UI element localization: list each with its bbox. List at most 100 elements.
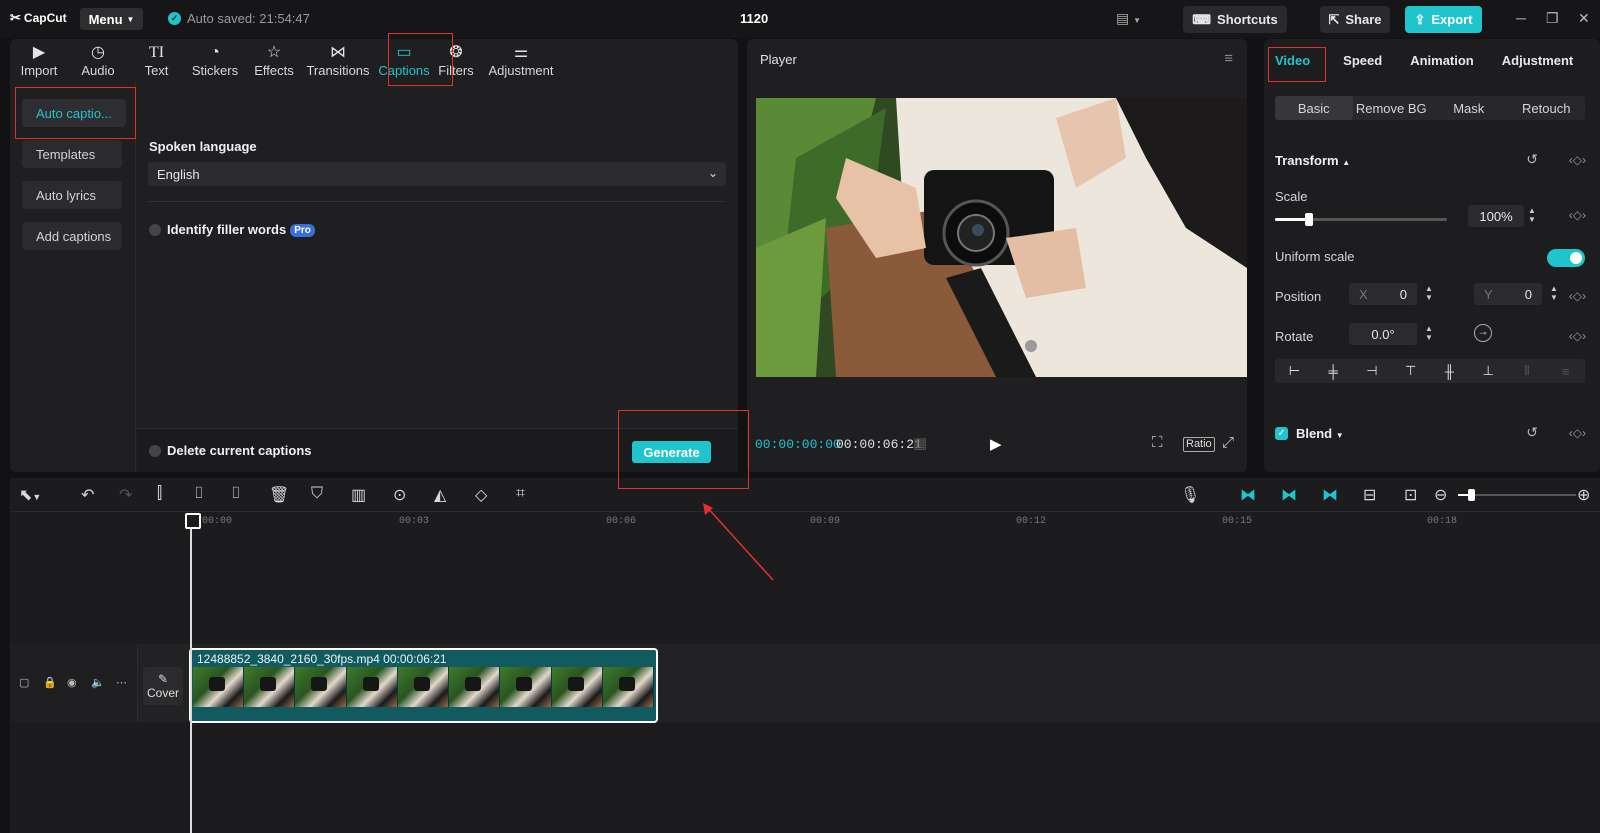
- zoom-slider[interactable]: [1458, 489, 1576, 501]
- tool-audio[interactable]: ◷ Audio: [68, 39, 128, 83]
- crop-icon[interactable]: ⌗: [516, 485, 525, 503]
- main-track-magnet-icon[interactable]: ⧓: [1240, 485, 1256, 505]
- language-select[interactable]: English ⌄: [148, 162, 726, 186]
- fullscreen-preview-icon[interactable]: ⛶: [1152, 434, 1163, 451]
- export-button[interactable]: ⇪ Export: [1405, 6, 1482, 33]
- split-right-icon[interactable]: ⌷: [231, 485, 241, 503]
- annotation-box-generate: [618, 410, 749, 489]
- tool-import[interactable]: ▶ Import: [10, 39, 68, 83]
- share-button[interactable]: ⇱ Share: [1320, 6, 1390, 33]
- reset-icon[interactable]: ↺: [1526, 151, 1538, 168]
- rotate-dial-icon[interactable]: ⊸: [1474, 324, 1492, 342]
- menu-icon[interactable]: ≡: [1224, 50, 1233, 67]
- scale-slider-knob[interactable]: [1305, 213, 1314, 226]
- clip-thumbnails: [193, 667, 654, 707]
- tool-adjustment[interactable]: ⚌ Adjustment: [477, 39, 565, 83]
- video-preview[interactable]: [756, 98, 1247, 377]
- align-right-icon[interactable]: ⊣: [1353, 359, 1392, 383]
- microphone-icon[interactable]: 🎙: [1180, 485, 1200, 505]
- mirror-icon[interactable]: ◭: [434, 485, 446, 505]
- templates-item[interactable]: Templates: [22, 140, 122, 168]
- fit-icon[interactable]: ⊡: [1404, 485, 1417, 505]
- tool-text[interactable]: TI Text: [128, 39, 185, 83]
- reset-icon[interactable]: ↺: [1526, 424, 1538, 441]
- marker-icon[interactable]: ⛉: [311, 485, 323, 503]
- auto-lyrics-item[interactable]: Auto lyrics: [22, 181, 122, 209]
- time-ruler[interactable]: 00:00 00:03 00:06 00:09 00:12 00:15 00:1…: [190, 513, 1600, 531]
- tab-speed[interactable]: Speed: [1343, 39, 1382, 81]
- layout-icon[interactable]: ▤ ▼: [1116, 10, 1141, 27]
- tab-animation[interactable]: Animation: [1410, 39, 1474, 81]
- undo-icon[interactable]: ↶: [81, 485, 94, 505]
- eye-icon[interactable]: ◉: [67, 676, 77, 689]
- uniform-scale-toggle[interactable]: [1547, 249, 1585, 267]
- freeze-icon[interactable]: ▥: [351, 485, 366, 505]
- filler-words-checkbox[interactable]: [149, 224, 161, 236]
- linkage-icon[interactable]: ⧓: [1322, 485, 1338, 505]
- tab-adjustment[interactable]: Adjustment: [1502, 39, 1574, 81]
- tool-effects[interactable]: ☆ Effects: [245, 39, 303, 83]
- select-tool-icon[interactable]: ⬉▼: [19, 485, 41, 505]
- position-y-field[interactable]: Y0: [1474, 283, 1542, 305]
- position-x-field[interactable]: X0: [1349, 283, 1417, 305]
- cover-button[interactable]: ✎ Cover: [143, 667, 183, 705]
- align-center-v-icon[interactable]: ╫: [1430, 359, 1469, 383]
- maximize-icon[interactable]: ❐: [1546, 10, 1559, 27]
- expand-icon[interactable]: ⤢: [1222, 434, 1234, 451]
- subtab-retouch[interactable]: Retouch: [1508, 96, 1586, 120]
- minimize-icon[interactable]: ─: [1516, 10, 1526, 26]
- add-captions-item[interactable]: Add captions: [22, 222, 122, 250]
- zoom-slider-knob[interactable]: [1468, 489, 1475, 501]
- align-left-icon[interactable]: ⊢: [1275, 359, 1314, 383]
- split-icon[interactable]: ⫿: [157, 485, 162, 503]
- keyframe-icon[interactable]: ‹◇›: [1569, 153, 1586, 167]
- scale-value[interactable]: 100%: [1468, 205, 1524, 227]
- keyframe-icon[interactable]: ‹◇›: [1569, 208, 1586, 222]
- more-icon[interactable]: ⋯: [116, 676, 127, 689]
- video-clip[interactable]: 12488852_3840_2160_30fps.mp4 00:00:06:21: [189, 648, 658, 723]
- tool-transitions[interactable]: ⋈ Transitions: [303, 39, 373, 83]
- zoom-in-icon[interactable]: ⊕: [1577, 485, 1590, 505]
- speaker-icon[interactable]: 🔈: [91, 676, 105, 689]
- zoom-out-icon[interactable]: ⊖: [1434, 485, 1447, 505]
- align-top-icon[interactable]: ⊤: [1391, 359, 1430, 383]
- timeline-grid-icon[interactable]: ▦: [913, 434, 927, 452]
- subtab-basic[interactable]: Basic: [1275, 96, 1353, 120]
- playhead[interactable]: [185, 513, 201, 833]
- rotate-icon[interactable]: ◇: [475, 485, 487, 505]
- preview-axis-icon[interactable]: ⊟: [1363, 485, 1376, 505]
- keyframe-icon[interactable]: ‹◇›: [1569, 289, 1586, 303]
- close-icon[interactable]: ✕: [1578, 10, 1590, 27]
- shortcuts-button[interactable]: ⌨ Shortcuts: [1183, 6, 1287, 33]
- track-header: ▢ 🔒 ◉ 🔈 ⋯: [10, 644, 138, 722]
- split-left-icon[interactable]: ⌷: [194, 485, 204, 503]
- delete-icon[interactable]: 🗑: [269, 485, 289, 505]
- align-bottom-icon[interactable]: ⊥: [1469, 359, 1508, 383]
- subtab-remove-bg[interactable]: Remove BG: [1353, 96, 1431, 120]
- menu-button[interactable]: Menu ▼: [80, 8, 143, 30]
- speed-icon[interactable]: ⊙: [393, 485, 406, 505]
- keyframe-icon[interactable]: ‹◇›: [1569, 426, 1586, 440]
- project-title[interactable]: 1120: [740, 11, 768, 26]
- tool-stickers[interactable]: ◔ Stickers: [185, 39, 245, 83]
- position-x-stepper[interactable]: ▲ ▼: [1423, 284, 1435, 304]
- play-icon[interactable]: ▶: [990, 435, 1002, 453]
- rotate-value[interactable]: 0.0°: [1349, 323, 1417, 345]
- delete-captions-checkbox[interactable]: [149, 445, 161, 457]
- rotate-stepper[interactable]: ▲ ▼: [1423, 324, 1435, 344]
- blend-checkbox[interactable]: ✓: [1275, 427, 1288, 440]
- alignment-row: ⊢ ╪ ⊣ ⊤ ╫ ⊥ ⫴ ≡: [1275, 359, 1585, 383]
- position-y-stepper[interactable]: ▲ ▼: [1548, 284, 1560, 304]
- keyframe-icon[interactable]: ‹◇›: [1569, 329, 1586, 343]
- blend-label[interactable]: Blend ▼: [1296, 426, 1344, 441]
- auto-snap-icon[interactable]: ⧓: [1281, 485, 1297, 505]
- scale-stepper[interactable]: ▲ ▼: [1526, 206, 1538, 226]
- lock-icon[interactable]: 🔒: [43, 676, 57, 689]
- chevron-down-icon: ▼: [1335, 431, 1344, 440]
- transform-label[interactable]: Transform ▲: [1275, 153, 1350, 168]
- track-visibility-box-icon[interactable]: ▢: [19, 676, 29, 689]
- subtab-mask[interactable]: Mask: [1430, 96, 1508, 120]
- ratio-button[interactable]: Ratio: [1183, 437, 1215, 452]
- align-center-h-icon[interactable]: ╪: [1314, 359, 1353, 383]
- scale-slider[interactable]: [1275, 213, 1447, 226]
